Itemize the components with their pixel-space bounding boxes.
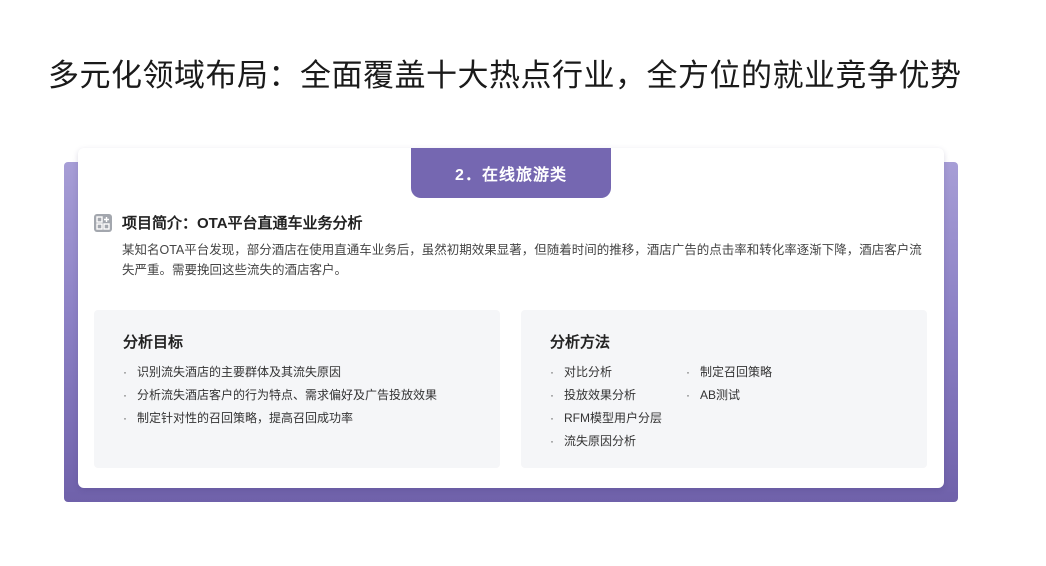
section-card: 2．在线旅游类 项目简介：OTA平台直通车业务分析 某知名OTA平台发现，部分酒…	[78, 148, 944, 488]
goals-list: · 识别流失酒店的主要群体及其流失原因 · 分析流失酒店客户的行为特点、需求偏好及广…	[123, 362, 437, 431]
list-item: · AB测试	[686, 388, 741, 402]
list-item: · 投放效果分析	[550, 388, 637, 402]
intro-heading: 项目简介：OTA平台直通车业务分析	[122, 215, 363, 232]
intro-header: 项目简介：OTA平台直通车业务分析	[94, 212, 363, 233]
methods-heading: 分析方法	[550, 334, 611, 351]
project-icon	[94, 213, 112, 232]
list-item: · 制定召回策略	[686, 365, 773, 379]
goals-panel: 分析目标 · 识别流失酒店的主要群体及其流失原因 · 分析流失酒店客户的行为特点、需…	[94, 310, 500, 468]
section-tab: 2．在线旅游类	[411, 148, 611, 198]
page-title: 多元化领域布局：全面覆盖十大热点行业，全方位的就业竞争优势	[48, 58, 962, 93]
list-item: · RFM模型用户分层	[550, 411, 662, 425]
list-item: · 制定针对性的召回策略，提高召回成功率	[123, 411, 354, 425]
goals-heading: 分析目标	[123, 334, 184, 351]
list-item: · 识别流失酒店的主要群体及其流失原因	[123, 365, 342, 379]
methods-list-col1: · 对比分析 · 投放效果分析 · RFM模型用户分层 · 流失原因分析	[550, 362, 662, 454]
list-item: · 对比分析	[550, 365, 613, 379]
list-item: · 分析流失酒店客户的行为特点、需求偏好及广告投放效果	[123, 388, 438, 402]
list-item: · 流失原因分析	[550, 434, 637, 448]
methods-list-col2: · 制定召回策略 · AB测试	[686, 362, 772, 408]
intro-description: 某知名OTA平台发现，部分酒店在使用直通车业务后，虽然初期效果显著，但随着时间的…	[122, 243, 922, 277]
methods-panel: 分析方法 · 对比分析 · 投放效果分析 · RFM模型用户分层 · 流失原因分析 · 制…	[521, 310, 927, 468]
